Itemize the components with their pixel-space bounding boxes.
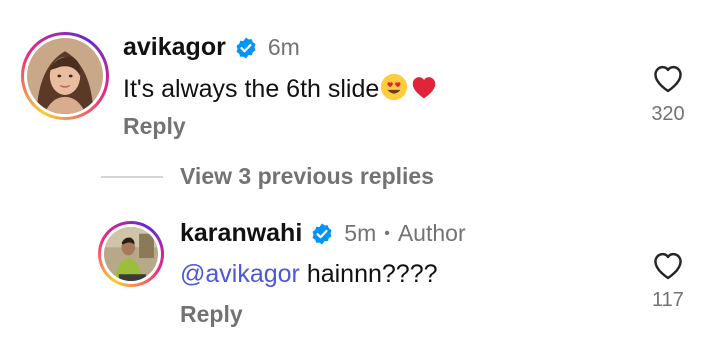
reply-avatar-image [104,227,158,281]
reply-timestamp: 5m [344,220,377,246]
reply-avatar[interactable] [98,221,164,287]
avatar-photo [27,38,103,114]
verified-badge-icon [312,223,332,244]
heart-outline-icon[interactable] [651,63,685,93]
comment-text: It's always the 6th slide [123,75,380,103]
author-label: Author [397,220,466,246]
reply-reply-button[interactable]: Reply [180,301,243,328]
reply-body: @avikagor hainnn???? [180,260,438,289]
reply-mention-link[interactable]: @avikagor [180,260,300,288]
avatar[interactable] [21,32,109,120]
comment-body: It's always the 6th slide [123,72,439,104]
reply-avatar-photo [104,227,158,281]
reply-like-count: 117 [652,289,684,311]
meta-separator: • [384,224,390,242]
reply-username[interactable]: karanwahi [180,219,302,248]
replies-divider-line [101,176,163,178]
comment-timestamp: 6m [267,34,300,60]
view-previous-replies-button[interactable]: View 3 previous replies [180,163,434,190]
comment-username[interactable]: avikagor [123,33,226,62]
reply-text: hainnn???? [299,260,438,288]
heart-eyes-emoji [381,73,408,101]
avatar-image [27,38,103,114]
reply-header: karanwahi 5m • Author [180,219,466,248]
heart-outline-icon[interactable] [651,250,685,280]
verified-badge-icon [236,37,256,58]
comment-reply-button[interactable]: Reply [123,113,186,140]
comment-like-count: 320 [651,103,685,125]
red-heart-emoji [413,77,436,99]
comment-header: avikagor 6m [123,33,300,62]
